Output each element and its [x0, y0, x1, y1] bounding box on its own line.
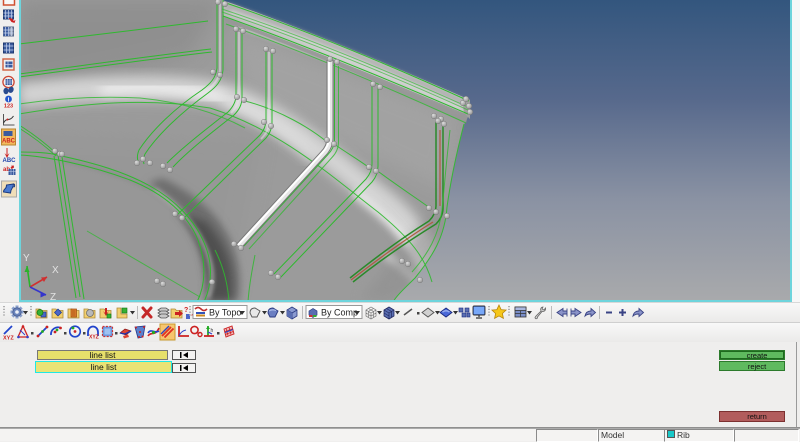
svg-text:?: ?	[184, 307, 188, 314]
svg-text:X: X	[52, 265, 59, 276]
svg-text:h: h	[211, 328, 214, 334]
svg-text:ABC: ABC	[3, 158, 17, 164]
svg-text:By Topo: By Topo	[209, 308, 241, 318]
svg-text:ABC: ABC	[2, 139, 16, 145]
svg-text:Y: Y	[23, 253, 30, 264]
svg-text:XYZ: XYZ	[3, 336, 14, 342]
svg-text:123: 123	[4, 104, 13, 110]
svg-text:XYZ: XYZ	[89, 335, 99, 341]
svg-text:By Comp: By Comp	[321, 308, 358, 318]
